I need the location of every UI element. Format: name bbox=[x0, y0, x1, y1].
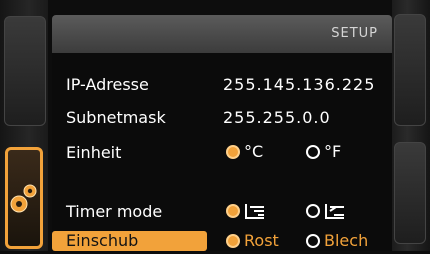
side-tab-next[interactable] bbox=[394, 14, 426, 126]
timer-option-a[interactable] bbox=[226, 202, 266, 220]
settings-gears-icon bbox=[10, 184, 37, 213]
einschub-option-blech[interactable]: Blech bbox=[306, 232, 368, 250]
einschub-option-rost[interactable]: Rost bbox=[226, 232, 279, 250]
einschub-row[interactable]: Einschub Rost Blech bbox=[52, 231, 392, 251]
radio-unselected[interactable] bbox=[306, 145, 320, 159]
radio-selected[interactable] bbox=[226, 234, 240, 248]
timer-mode-a-icon bbox=[245, 204, 264, 219]
einschub-label: Einschub bbox=[66, 231, 139, 250]
ip-value[interactable]: 255.145.136.225 bbox=[223, 75, 375, 94]
side-tab-next-2[interactable] bbox=[394, 142, 426, 244]
side-tab-prev[interactable] bbox=[4, 16, 46, 126]
settings-screen: SETUP IP-Adresse 255.145.136.225 Subnetm… bbox=[52, 15, 392, 251]
radio-selected[interactable] bbox=[226, 145, 240, 159]
timer-option-b[interactable] bbox=[306, 202, 346, 220]
radio-unselected[interactable] bbox=[306, 234, 320, 248]
ip-label: IP-Adresse bbox=[66, 75, 149, 94]
subnet-row[interactable]: Subnetmask 255.255.0.0 bbox=[66, 108, 386, 130]
ip-row[interactable]: IP-Adresse 255.145.136.225 bbox=[66, 75, 386, 97]
page-title: SETUP bbox=[331, 26, 378, 41]
timer-label: Timer mode bbox=[66, 202, 163, 221]
radio-unselected[interactable] bbox=[306, 204, 320, 218]
side-tab-settings[interactable] bbox=[5, 147, 43, 249]
radio-selected[interactable] bbox=[226, 204, 240, 218]
unit-label: Einheit bbox=[66, 143, 122, 162]
unit-option-celsius[interactable]: °C bbox=[226, 143, 263, 161]
subnet-value[interactable]: 255.255.0.0 bbox=[223, 108, 331, 127]
unit-row: Einheit °C °F bbox=[66, 143, 386, 165]
subnet-label: Subnetmask bbox=[66, 108, 166, 127]
timer-mode-b-icon bbox=[325, 204, 344, 219]
timer-row: Timer mode bbox=[66, 202, 386, 224]
header-bar: SETUP bbox=[52, 15, 392, 53]
unit-option-fahrenheit[interactable]: °F bbox=[306, 143, 341, 161]
